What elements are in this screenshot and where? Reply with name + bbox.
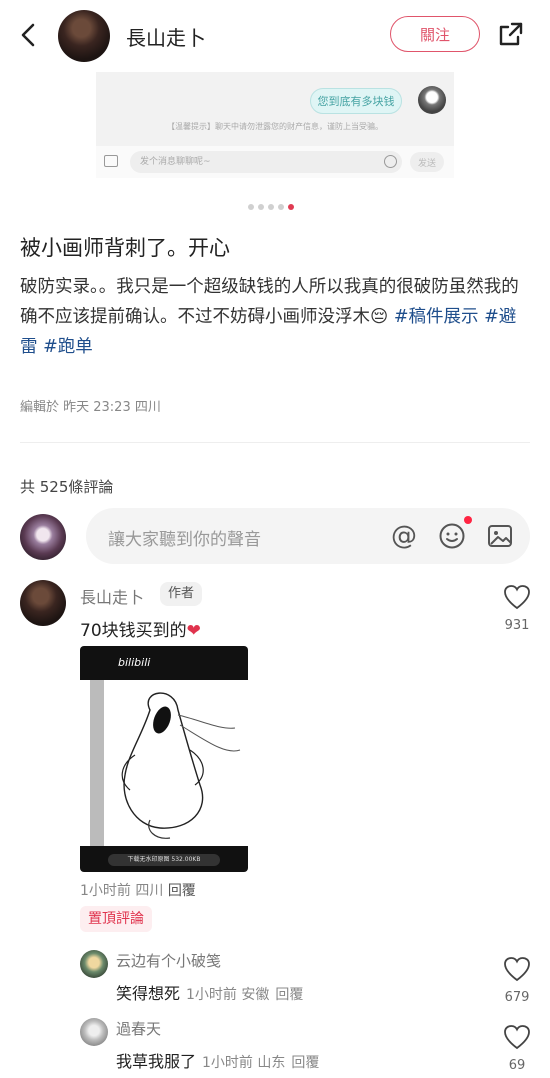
download-bar: 下载无水印原图 532.00KB	[108, 854, 220, 866]
comment-image[interactable]: bilibili 下载无水印原图 532.00KB	[80, 646, 248, 872]
image-icon	[104, 155, 118, 167]
hashtag[interactable]: #跑单	[43, 337, 93, 357]
comment-text-content: 70块钱买到的	[80, 621, 187, 641]
carousel-dot[interactable]	[278, 204, 284, 210]
sketch-artwork	[80, 680, 248, 846]
ghost-sketch-icon	[90, 680, 241, 846]
author-avatar[interactable]	[58, 10, 110, 62]
like-button[interactable]: 69	[500, 1024, 534, 1073]
reply-name[interactable]: 云边有个小破笺	[116, 950, 221, 971]
reply-avatar[interactable]	[80, 1018, 108, 1046]
reply-button[interactable]: 回覆	[291, 1055, 319, 1071]
comment-time-location: 1小时前 四川	[80, 883, 164, 899]
like-count: 679	[504, 990, 530, 1005]
send-button: 发送	[410, 152, 444, 172]
at-icon[interactable]: @	[390, 522, 418, 550]
chat-input: 发个消息聊聊呢~	[130, 151, 402, 173]
post-body: 破防实录。。我只是一个超级缺钱的人所以我真的很破防虽然我的确不应该提前确认。不过…	[20, 272, 530, 362]
like-count: 931	[504, 618, 530, 633]
reply-meta: 1小时前 山东	[202, 1055, 286, 1071]
reply-button[interactable]: 回覆	[275, 987, 303, 1003]
like-button[interactable]: 679	[500, 956, 534, 1005]
heart-icon[interactable]	[503, 1024, 531, 1050]
red-heart-emoji-icon: ❤	[186, 621, 201, 641]
like-button[interactable]: 931	[500, 584, 534, 633]
post-meta: 編輯於 昨天 23:23 四川	[20, 400, 161, 415]
reply-button[interactable]: 回覆	[168, 883, 196, 899]
reply-text: 笑得想死 1小时前 安徽 回覆	[116, 980, 303, 1004]
bilibili-logo: bilibili	[118, 656, 151, 669]
author-name[interactable]: 長山走卜	[126, 22, 206, 51]
divider	[20, 442, 530, 443]
commenter-avatar[interactable]	[20, 580, 66, 626]
author-badge: 作者	[160, 582, 203, 606]
chat-bubble: 您到底有多块钱	[310, 88, 402, 114]
follow-button[interactable]: 關注	[390, 16, 480, 52]
top-bar: 長山走卜 關注	[0, 0, 550, 72]
carousel-dot[interactable]	[268, 204, 274, 210]
chevron-left-icon[interactable]	[14, 20, 44, 50]
my-avatar	[20, 514, 66, 560]
carousel-dot[interactable]	[258, 204, 264, 210]
reply-name[interactable]: 過春天	[116, 1018, 161, 1039]
reply-text: 我草我服了 1小时前 山东 回覆	[116, 1048, 319, 1072]
carousel-dot[interactable]	[248, 204, 254, 210]
share-icon[interactable]	[497, 20, 525, 48]
pinned-badge: 置頂評論	[80, 906, 152, 932]
carousel-indicator	[248, 204, 294, 210]
notification-dot	[464, 516, 472, 524]
like-count: 69	[508, 1058, 526, 1073]
comment-text: 70块钱买到的❤	[80, 616, 201, 641]
image-icon[interactable]	[486, 522, 514, 550]
comment-count: 共 525條評論	[20, 478, 114, 496]
heart-icon[interactable]	[503, 956, 531, 982]
reply-content: 笑得想死	[116, 984, 181, 1003]
commenter-name[interactable]: 長山走卜	[80, 584, 144, 608]
comment-meta: 1小时前 四川 回覆	[80, 880, 196, 900]
emoji-icon	[384, 155, 397, 168]
chat-avatar	[418, 86, 446, 114]
reply-meta: 1小时前 安徽	[186, 987, 270, 1003]
chat-composer: 发个消息聊聊呢~ 发送	[96, 146, 454, 178]
emoji-icon[interactable]	[438, 522, 466, 550]
comment-input[interactable]: 讓大家聽到你的聲音 @	[86, 508, 530, 564]
hashtag[interactable]: #稿件展示	[394, 307, 479, 327]
reply-avatar[interactable]	[80, 950, 108, 978]
post-title: 被小画师背刺了。开心	[20, 236, 230, 260]
heart-icon[interactable]	[503, 584, 531, 610]
post-image-chat[interactable]: 您到底有多块钱 【温馨提示】聊天中请勿泄露您的财产信息，谨防上当受骗。	[96, 72, 454, 146]
carousel-dot-active[interactable]	[288, 204, 294, 210]
comment-input-placeholder[interactable]: 讓大家聽到你的聲音	[108, 525, 261, 550]
reply-content: 我草我服了	[116, 1052, 197, 1071]
chat-system-tip: 【温馨提示】聊天中请勿泄露您的财产信息，谨防上当受骗。	[167, 122, 383, 131]
